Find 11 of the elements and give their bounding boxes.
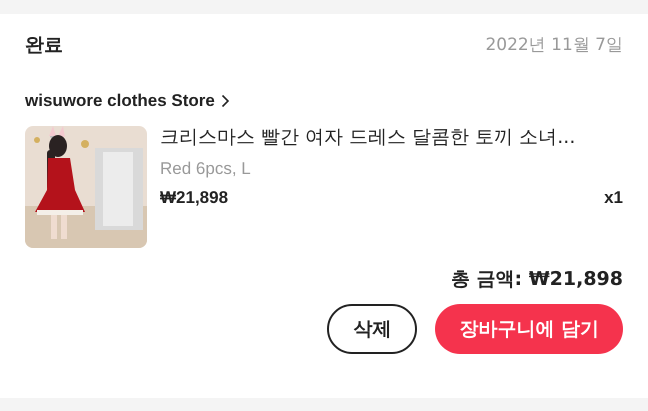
product-title[interactable]: 크리스마스 빨간 여자 드레스 달콤한 토끼 소녀... xyxy=(160,124,623,150)
store-link[interactable]: wisuwore clothes Store xyxy=(25,91,230,111)
order-date: 2022년 11월 7일 xyxy=(485,34,623,56)
delete-button[interactable]: 삭제 xyxy=(327,304,418,354)
product-variant: Red 6pcs, L xyxy=(160,159,252,179)
order-total: 총 금액: ₩21,898 xyxy=(450,267,623,292)
chevron-right-icon xyxy=(220,94,230,108)
order-status: 완료 xyxy=(25,32,63,58)
product-price: ₩21,898 xyxy=(160,188,228,208)
add-to-cart-button[interactable]: 장바구니에 담기 xyxy=(435,304,623,354)
product-quantity: x1 xyxy=(604,188,623,208)
